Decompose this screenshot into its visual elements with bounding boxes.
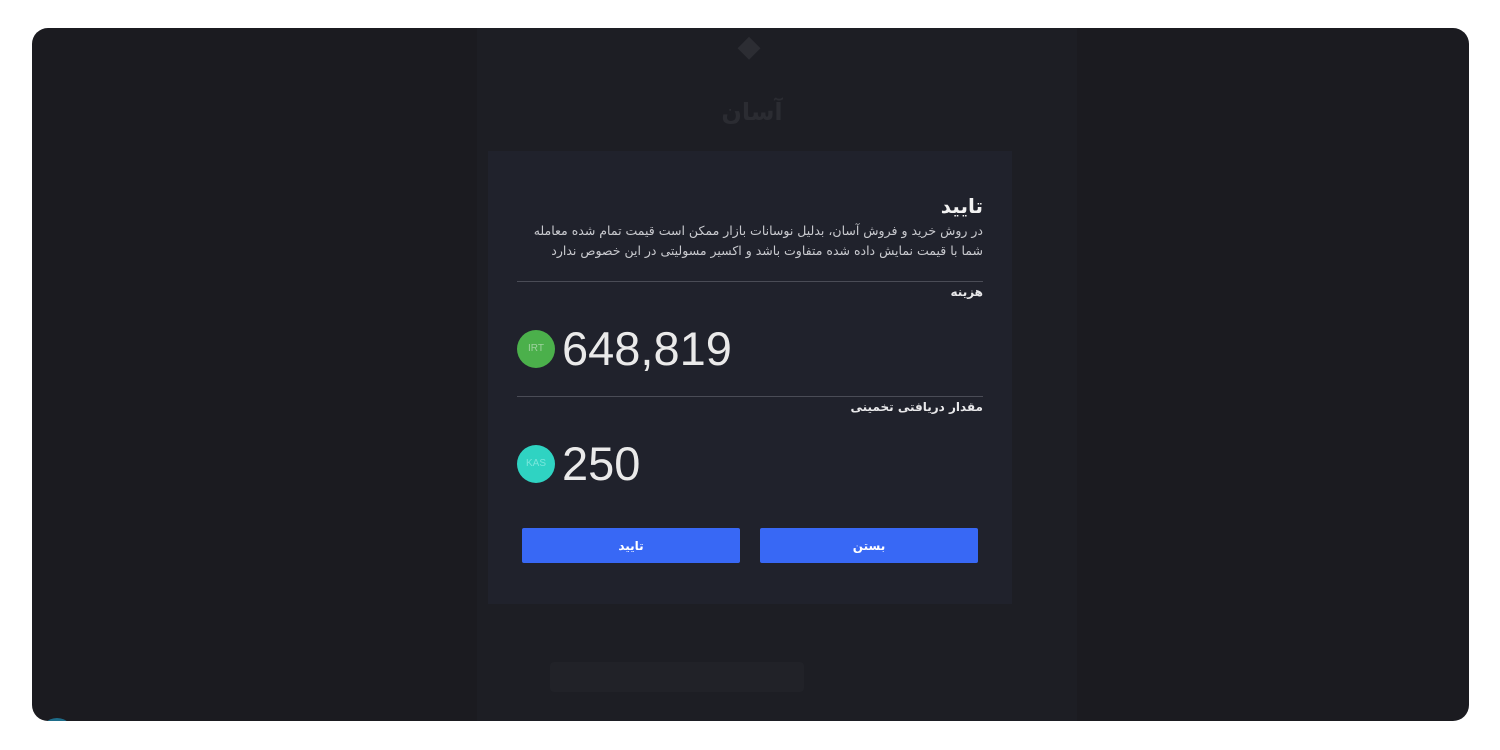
dialog-description: در روش خرید و فروش آسان، بدلیل نوسانات ب… bbox=[533, 223, 983, 258]
app-window: ◆ آسان تایید در روش خرید و فروش آسان، بد… bbox=[32, 28, 1469, 721]
dialog-actions: تایید بستن bbox=[522, 528, 978, 563]
support-chat-icon[interactable] bbox=[40, 718, 74, 721]
dialog-title: تایید bbox=[940, 194, 983, 218]
kas-currency-icon: KAS bbox=[517, 444, 555, 483]
divider bbox=[517, 396, 983, 397]
irt-currency-icon: IRT bbox=[517, 329, 555, 368]
divider bbox=[517, 281, 983, 282]
background-input-field bbox=[550, 662, 804, 692]
estimated-value: 250 bbox=[562, 436, 641, 490]
confirm-button[interactable]: تایید bbox=[522, 528, 740, 563]
estimated-amount-row: KAS 250 bbox=[517, 416, 983, 511]
cost-amount-row: IRT 648,819 bbox=[517, 301, 983, 396]
estimated-amount-label: مقدار دریافتی تخمینی bbox=[850, 400, 984, 414]
cost-label: هزینه bbox=[950, 285, 983, 299]
confirm-dialog: تایید در روش خرید و فروش آسان، بدلیل نوس… bbox=[488, 151, 1012, 604]
brand-logo-icon: ◆ bbox=[737, 29, 761, 64]
cost-value: 648,819 bbox=[562, 321, 732, 375]
close-button[interactable]: بستن bbox=[760, 528, 978, 563]
background-page-title: آسان bbox=[721, 98, 783, 126]
